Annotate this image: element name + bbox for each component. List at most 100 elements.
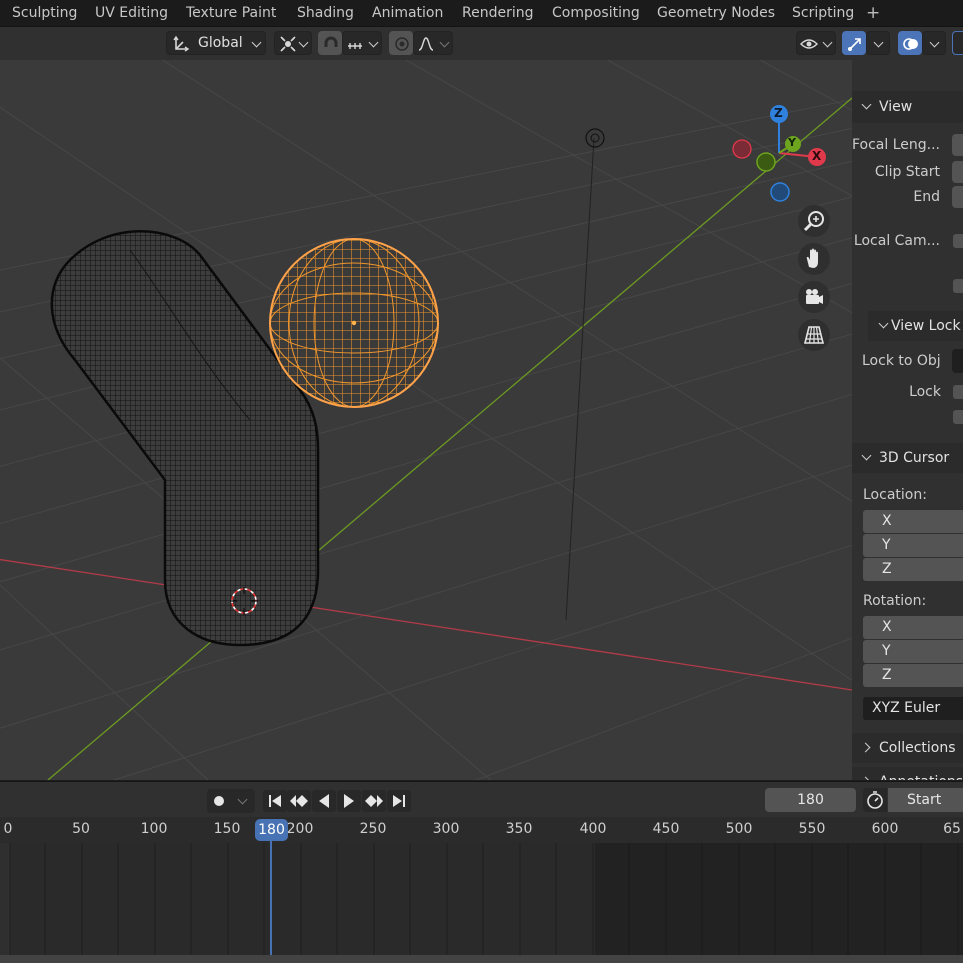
transform-orientation-dropdown[interactable]: Global	[166, 31, 266, 55]
orientation-axes-icon	[173, 35, 190, 52]
keying-dropdown[interactable]	[207, 789, 255, 813]
add-workspace-button[interactable]: +	[866, 0, 880, 26]
focal-length-field[interactable]	[952, 134, 963, 156]
location-label: Location:	[863, 487, 927, 503]
ruler-tick: 150	[213, 821, 241, 837]
ruler-tick: 250	[359, 821, 387, 837]
lock-to-object-label: Lock to Obj	[862, 353, 941, 369]
proportional-falloff-dropdown[interactable]	[413, 31, 453, 55]
cursor-panel-header[interactable]: 3D Cursor	[852, 443, 963, 473]
lock-to-object-field[interactable]	[952, 349, 963, 373]
proportional-icon	[395, 37, 409, 51]
selected-sphere	[269, 238, 439, 408]
ruler-tick: 550	[798, 821, 826, 837]
status-bar	[0, 955, 963, 963]
tab-animation[interactable]: Animation	[372, 0, 443, 26]
play-button[interactable]	[337, 790, 361, 812]
rotation-mode-value: XYZ Euler	[872, 700, 941, 716]
workspace-tab-bar: Sculpting UV Editing Texture Paint Shadi…	[0, 0, 963, 27]
cursor-rotation-x-field[interactable]: X	[863, 616, 963, 639]
ruler-tick: 500	[725, 821, 753, 837]
annotations-panel-header[interactable]: Annotations	[852, 767, 963, 780]
focal-length-label: Focal Leng...	[852, 137, 940, 153]
rotation-mode-dropdown[interactable]: XYZ Euler	[863, 697, 963, 720]
render-region-checkbox[interactable]	[953, 279, 963, 293]
camera-icon	[806, 289, 823, 304]
record-icon	[214, 796, 224, 806]
timeline-track-area[interactable]	[0, 843, 963, 955]
ruler-tick: 600	[871, 821, 899, 837]
tab-compositing[interactable]: Compositing	[552, 0, 640, 26]
tab-scripting[interactable]: Scripting	[792, 0, 854, 26]
tab-texture-paint[interactable]: Texture Paint	[186, 0, 276, 26]
magnet-icon	[324, 36, 338, 47]
pan-button[interactable]	[798, 243, 830, 275]
lock-camera-checkbox[interactable]	[953, 410, 963, 424]
cursor-location-z-field[interactable]: Z	[863, 558, 963, 581]
jump-start-icon	[269, 795, 281, 807]
gizmo-y-label[interactable]: Y	[788, 136, 796, 149]
ruler-tick: 50	[72, 821, 90, 837]
collections-panel-header[interactable]: Collections	[852, 733, 963, 763]
lamp-icon	[585, 128, 605, 148]
gizmo-dropdown[interactable]	[866, 31, 890, 55]
tab-geometry-nodes[interactable]: Geometry Nodes	[657, 0, 775, 26]
jump-to-keyframe-prev-button[interactable]	[287, 790, 311, 812]
gizmo-z-label[interactable]: Z	[774, 106, 783, 120]
chevron-down-icon	[298, 37, 309, 48]
xray-toggle-button[interactable]	[952, 31, 963, 55]
chevron-down-icon	[439, 37, 450, 48]
next-keyframe-icon	[365, 795, 383, 807]
viewport-header: Global	[0, 27, 963, 60]
tab-shading[interactable]: Shading	[297, 0, 354, 26]
timeline-ruler[interactable]: 0 50 100 150 200 250 300 350 400 450 500…	[0, 817, 963, 843]
snap-toggle-button[interactable]	[318, 31, 342, 55]
clip-start-field[interactable]	[952, 161, 963, 183]
collections-panel-title: Collections	[879, 740, 956, 756]
current-frame-field[interactable]: 180	[765, 788, 856, 812]
hand-icon	[806, 248, 818, 268]
play-icon	[344, 794, 354, 808]
pivot-icon	[280, 36, 296, 52]
camera-view-button[interactable]	[798, 281, 830, 313]
frame-start-field[interactable]: Start	[888, 788, 963, 812]
zoom-button[interactable]	[798, 205, 830, 237]
lock-to-cursor-checkbox[interactable]	[953, 385, 963, 399]
tab-uv-editing[interactable]: UV Editing	[95, 0, 168, 26]
jump-to-end-button[interactable]	[387, 790, 411, 812]
overlays-toggle-button[interactable]	[898, 31, 922, 55]
use-preview-range-button[interactable]	[863, 788, 887, 812]
lock-label: Lock	[909, 384, 941, 400]
tab-rendering[interactable]: Rendering	[462, 0, 534, 26]
eye-icon	[800, 39, 818, 49]
view-panel-header[interactable]: View	[852, 91, 963, 123]
view-lock-title: View Lock	[891, 318, 961, 334]
prev-keyframe-icon	[290, 795, 308, 807]
snap-target-dropdown[interactable]	[342, 31, 382, 55]
gizmo-x-label[interactable]: X	[812, 149, 821, 163]
zoom-icon	[803, 211, 824, 232]
perspective-toggle-button[interactable]	[798, 319, 830, 351]
3d-viewport[interactable]: Z Y X	[0, 60, 852, 780]
play-reverse-button[interactable]	[312, 790, 336, 812]
clip-end-field[interactable]	[952, 186, 963, 208]
pivot-point-dropdown[interactable]	[274, 31, 312, 55]
jump-to-keyframe-next-button[interactable]	[362, 790, 386, 812]
chevron-right-icon	[860, 776, 871, 780]
jump-to-start-button[interactable]	[263, 790, 287, 812]
cursor-rotation-z-field[interactable]: Z	[863, 664, 963, 687]
proportional-editing-toggle[interactable]	[389, 31, 413, 55]
ruler-tick: 100	[140, 821, 168, 837]
visibility-dropdown[interactable]	[796, 31, 836, 55]
cursor-location-x-field[interactable]: X	[863, 510, 963, 533]
local-camera-label: Local Cam...	[853, 233, 940, 249]
ruler-tick: 0	[3, 821, 13, 837]
clip-start-label: Clip Start	[874, 164, 940, 180]
local-camera-checkbox[interactable]	[953, 234, 963, 248]
gizmo-toggle-button[interactable]	[842, 31, 866, 55]
cursor-location-y-field[interactable]: Y	[863, 534, 963, 557]
tab-sculpting[interactable]: Sculpting	[12, 0, 77, 26]
view-lock-panel-header[interactable]: View Lock	[868, 311, 963, 341]
cursor-rotation-y-field[interactable]: Y	[863, 640, 963, 663]
overlays-dropdown[interactable]	[922, 31, 946, 55]
